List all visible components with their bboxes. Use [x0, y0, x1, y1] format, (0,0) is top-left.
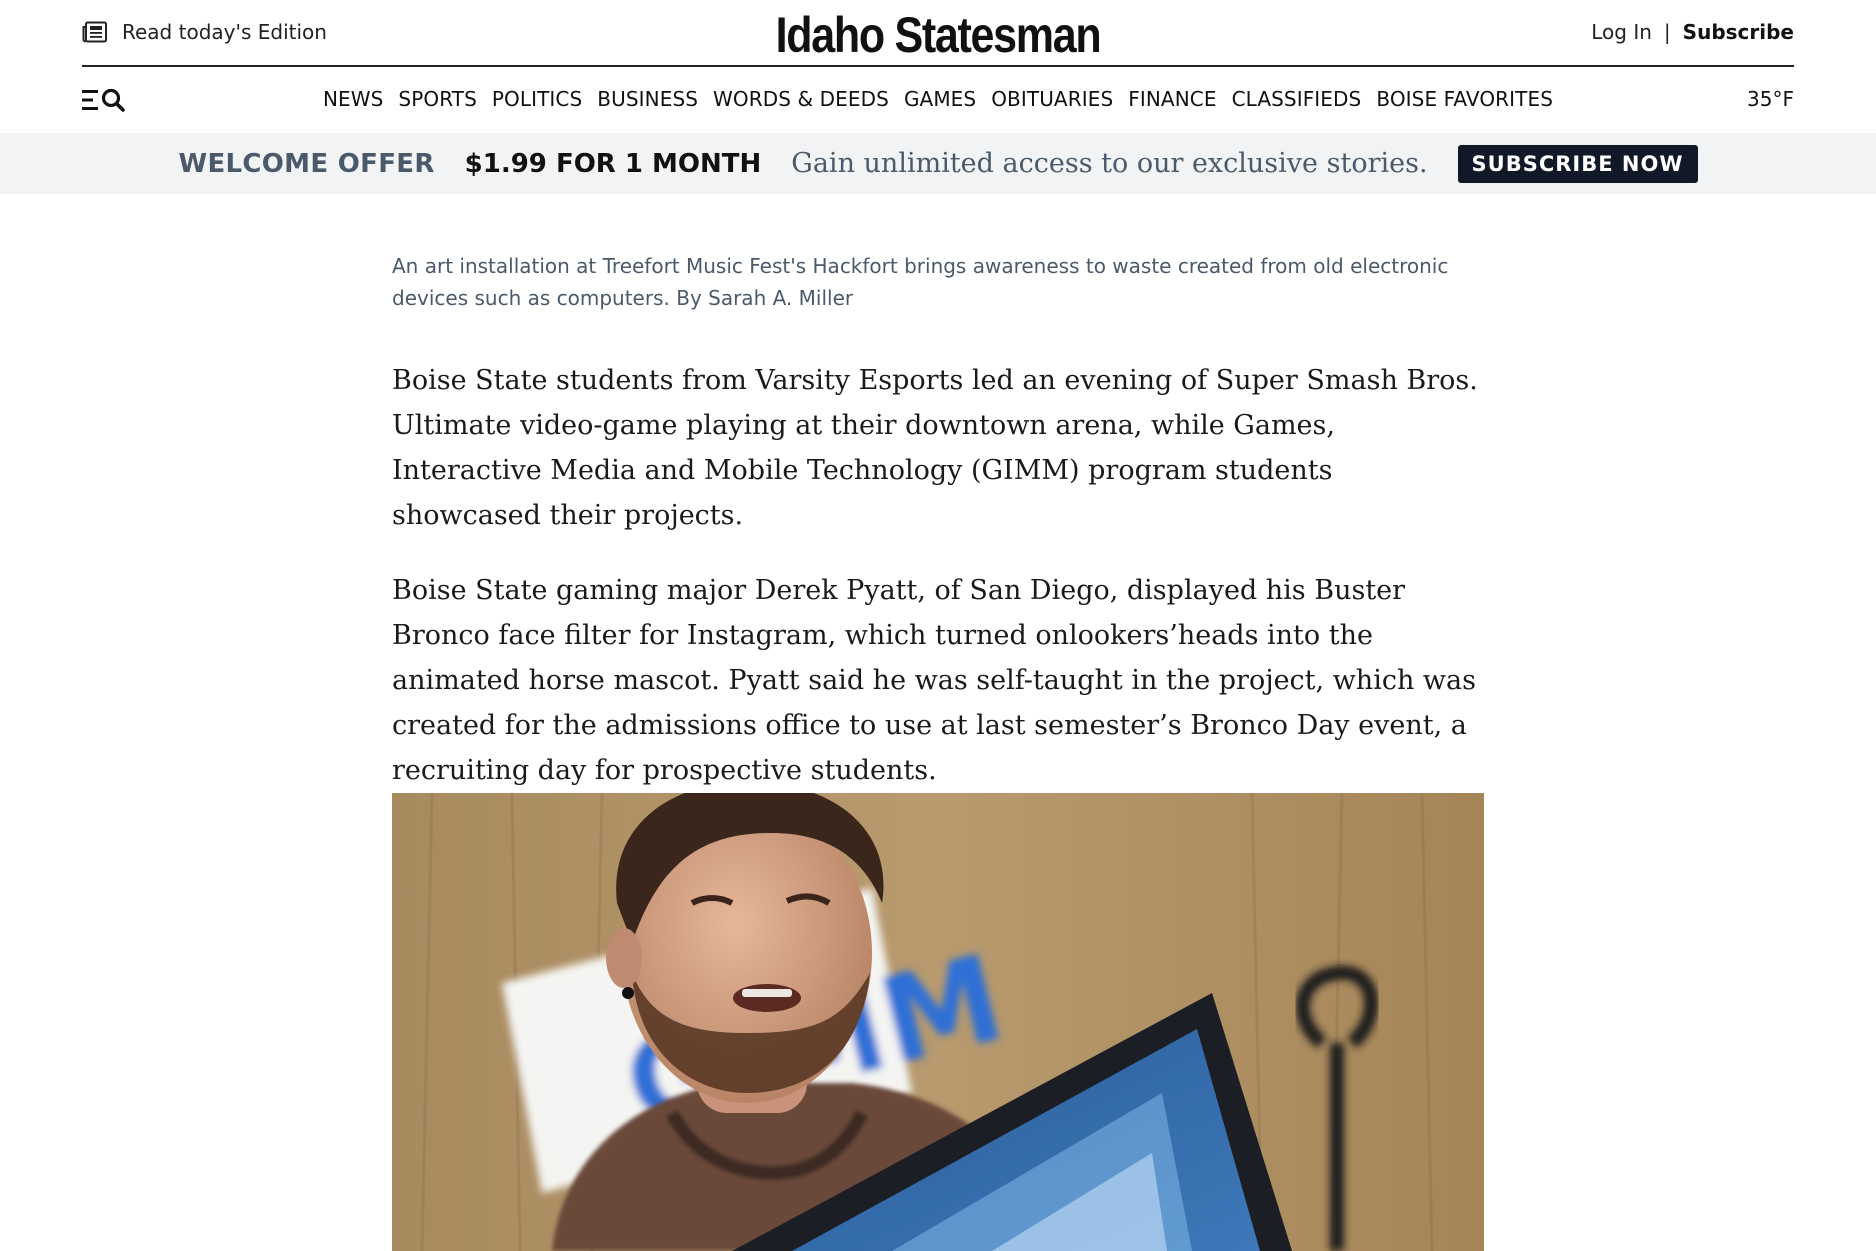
account-separator: | — [1663, 20, 1671, 44]
subscribe-now-button[interactable]: SUBSCRIBE NOW — [1457, 144, 1698, 183]
welcome-offer-banner: WELCOME OFFER $1.99 FOR 1 MONTH Gain unl… — [0, 133, 1876, 194]
offer-price: $1.99 FOR 1 MONTH — [464, 148, 762, 179]
article-paragraph: Boise State gaming major Derek Pyatt, of… — [392, 575, 1476, 786]
offer-tagline: Gain unlimited access to our exclusive s… — [791, 148, 1428, 179]
nav-item-boise-favorites[interactable]: BOISE FAVORITES — [1376, 87, 1553, 111]
weather-temperature[interactable]: 35°F — [1747, 87, 1794, 111]
article-photo[interactable]: GIMM — [392, 793, 1484, 1251]
nav-item-finance[interactable]: FINANCE — [1128, 87, 1216, 111]
nav-links: NEWS SPORTS POLITICS BUSINESS WORDS & DE… — [0, 87, 1876, 111]
site-logo[interactable]: Idaho Statesman — [131, 6, 1744, 64]
nav-item-politics[interactable]: POLITICS — [492, 87, 582, 111]
main-nav: NEWS SPORTS POLITICS BUSINESS WORDS & DE… — [0, 67, 1876, 133]
nav-item-classifieds[interactable]: CLASSIFIEDS — [1232, 87, 1362, 111]
video-caption: An art installation at Treefort Music Fe… — [392, 254, 1449, 310]
nav-item-sports[interactable]: SPORTS — [398, 87, 476, 111]
article-paragraph: Boise State students from Varsity Esport… — [392, 365, 1478, 531]
account-links: Log In | Subscribe — [1591, 18, 1794, 46]
article-body: An art installation at Treefort Music Fe… — [392, 250, 1484, 793]
newspaper-icon — [82, 21, 107, 43]
photo-illustration: GIMM — [392, 793, 1484, 1251]
nav-item-news[interactable]: NEWS — [323, 87, 383, 111]
nav-item-business[interactable]: BUSINESS — [597, 87, 698, 111]
subscribe-link[interactable]: Subscribe — [1683, 20, 1794, 44]
site-header: Read today's Edition Idaho Statesman Log… — [0, 0, 1876, 67]
nav-item-words-and-deeds[interactable]: WORDS & DEEDS — [713, 87, 889, 111]
nav-item-games[interactable]: GAMES — [904, 87, 976, 111]
login-link[interactable]: Log In — [1591, 20, 1652, 44]
nav-item-obituaries[interactable]: OBITUARIES — [991, 87, 1113, 111]
offer-title: WELCOME OFFER — [178, 148, 435, 179]
